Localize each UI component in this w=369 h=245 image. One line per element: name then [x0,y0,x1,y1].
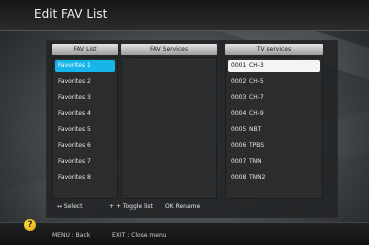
channel-number: 0003 [231,94,247,101]
question-icon[interactable]: ? [24,219,36,231]
exit-close-hint[interactable]: EXIT : Close menu [112,232,167,239]
channel-name: CH-3 [249,62,264,69]
bottom-bar: MENU : Back EXIT : Close menu [0,222,369,245]
fav-services-header: FAV Services [121,44,217,55]
select-hint: ↔ Select [57,203,83,210]
channel-number: 0006 [231,142,247,149]
fav-list-item[interactable]: Favorites 1 [55,60,115,72]
channel-name: TPBS [249,142,265,149]
fav-list-body: Favorites 1 Favorites 2 Favorites 3 Favo… [52,57,118,199]
tv-services-column: TV services 0001 CH-3 0002 CH-5 0003 CH-7 0… [225,44,323,199]
fav-list-item[interactable]: Favorites 6 [55,140,115,152]
channel-number: 0008 [231,174,247,181]
channel-name: CH-9 [249,110,264,117]
channel-name: TNN [249,158,262,165]
tv-service-item[interactable]: 0004 CH-9 [228,108,320,120]
tv-service-item[interactable]: 0006 TPBS [228,140,320,152]
channel-name: TNN2 [249,174,266,181]
tv-services-body: 0001 CH-3 0002 CH-5 0003 CH-7 0004 CH-9 0005… [225,57,323,199]
rename-hint: OK Rename [165,203,201,210]
fav-list-item[interactable]: Favorites 3 [55,92,115,104]
tv-service-item[interactable]: 0008 TNN2 [228,172,320,184]
channel-name: CH-7 [249,94,264,101]
fav-services-body[interactable] [121,57,217,199]
tv-service-item[interactable]: 0001 CH-3 [228,60,320,72]
page-title: Edit FAV List [34,7,108,21]
fav-list-item[interactable]: Favorites 7 [55,156,115,168]
edit-fav-panel: FAV List Favorites 1 Favorites 2 Favorit… [46,40,338,218]
channel-number: 0007 [231,158,247,165]
title-bar: Edit FAV List [0,0,369,31]
channel-name: NBT [249,126,262,133]
tv-service-item[interactable]: 0005 NBT [228,124,320,136]
fav-services-column: FAV Services [121,44,217,199]
toggle-list-hint: + + Toggle list [109,203,153,210]
channel-number: 0004 [231,110,247,117]
tv-service-item[interactable]: 0007 TNN [228,156,320,168]
fav-list-column: FAV List Favorites 1 Favorites 2 Favorit… [52,44,118,199]
tv-service-item[interactable]: 0002 CH-5 [228,76,320,88]
fav-list-item[interactable]: Favorites 8 [55,172,115,184]
fav-list-item[interactable]: Favorites 5 [55,124,115,136]
channel-number: 0005 [231,126,247,133]
menu-back-hint[interactable]: MENU : Back [52,232,90,239]
fav-list-header: FAV List [52,44,118,55]
tv-services-header: TV services [225,44,323,55]
channel-name: CH-5 [249,78,264,85]
channel-number: 0001 [231,62,247,69]
fav-list-item[interactable]: Favorites 2 [55,76,115,88]
channel-number: 0002 [231,78,247,85]
fav-list-item[interactable]: Favorites 4 [55,108,115,120]
tv-service-item[interactable]: 0003 CH-7 [228,92,320,104]
